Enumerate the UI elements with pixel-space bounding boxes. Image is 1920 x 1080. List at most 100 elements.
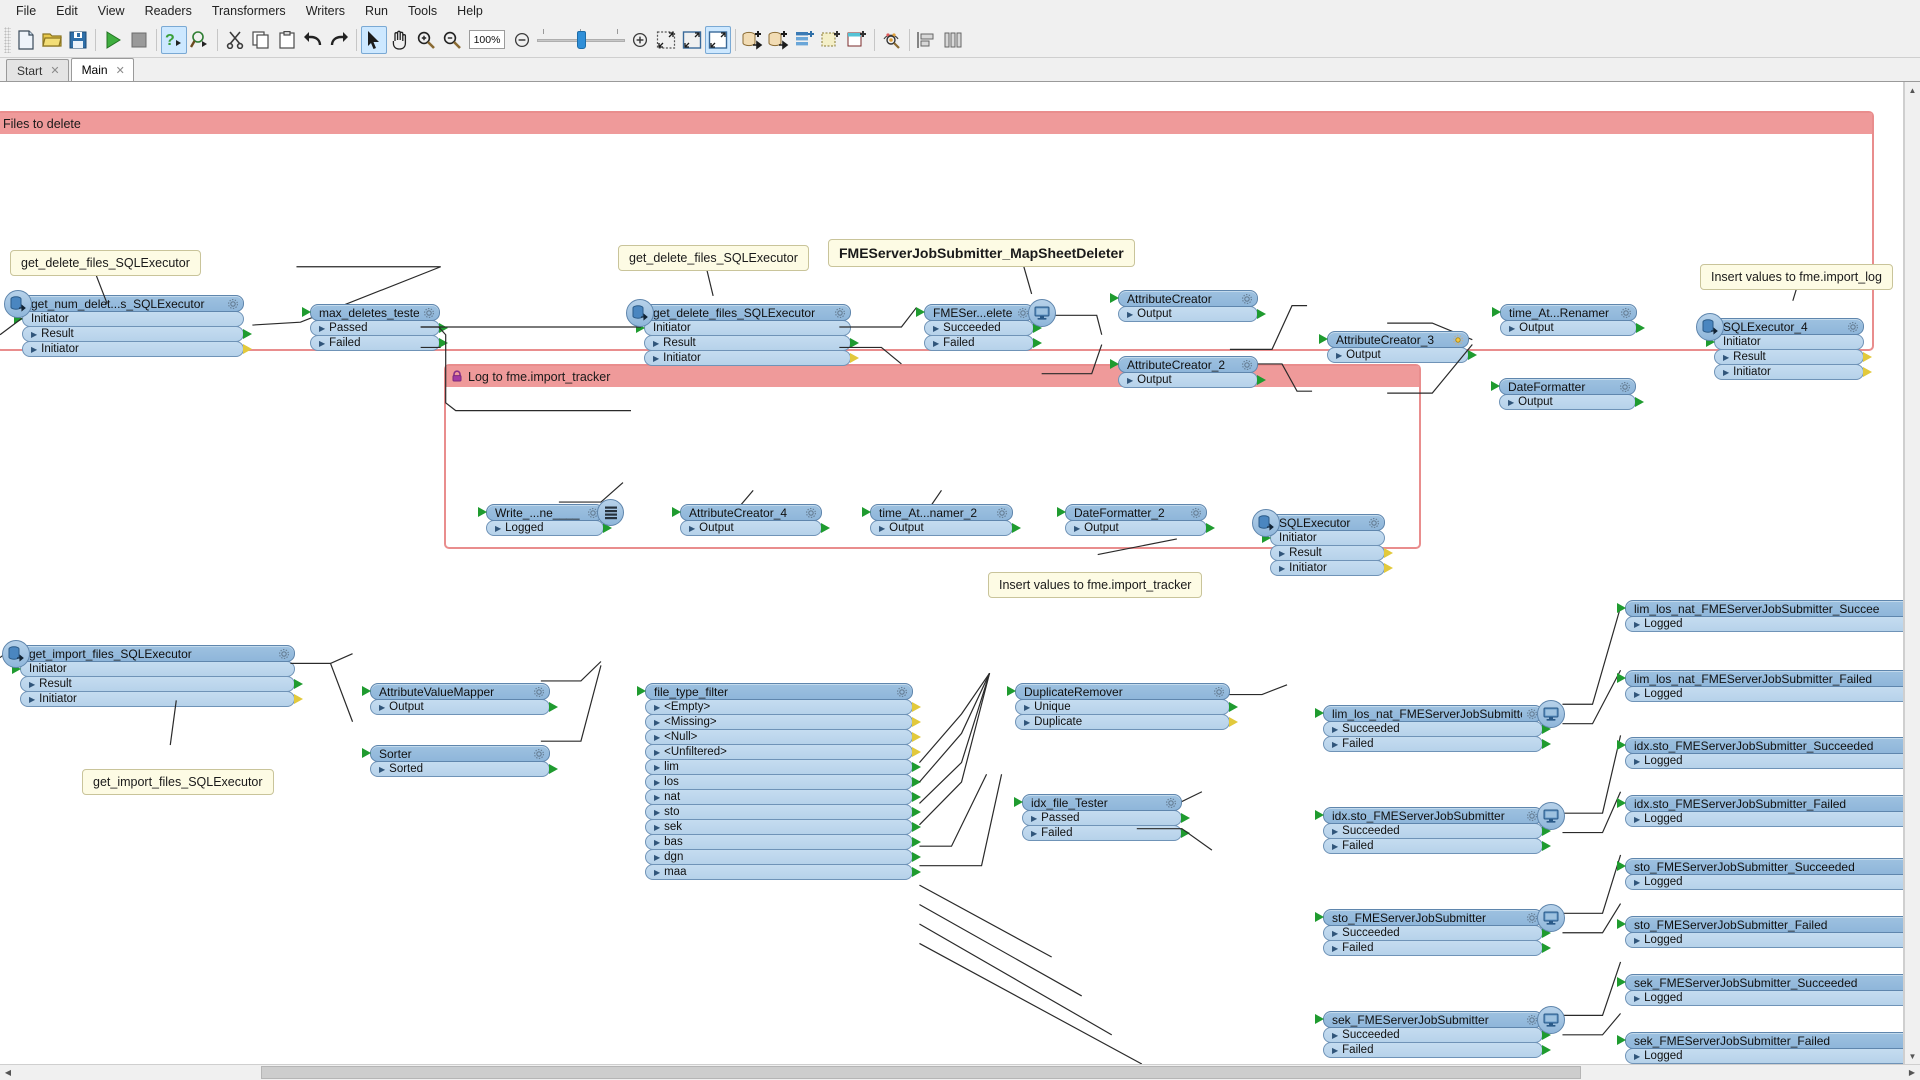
node-port-failed[interactable]: ▶ Failed xyxy=(1022,825,1190,841)
horizontal-scrollbar[interactable]: ◀ ▶ xyxy=(0,1064,1920,1080)
node-file-type-filter[interactable]: file_type_filter ▶ <Empty> ▶ <Missing> ▶ <N… xyxy=(637,683,921,880)
node-sto-succeeded-logger[interactable]: sto_FMEServerJobSubmitter_Succeeded ▶ Log… xyxy=(1617,858,1903,890)
scroll-trough[interactable] xyxy=(16,1065,1904,1080)
node-lim-los-nat-succeeded-logger[interactable]: lim_los_nat_FMEServerJobSubmitter_Succee… xyxy=(1617,600,1903,632)
node-port-sto[interactable]: ▶ sto xyxy=(645,804,921,820)
node-port-succeeded[interactable]: ▶ Succeeded xyxy=(1323,1027,1551,1043)
node-port-los[interactable]: ▶ los xyxy=(645,774,921,790)
node-port-logged[interactable]: ▶ Logged xyxy=(1625,874,1903,890)
distribute-icon[interactable] xyxy=(940,26,966,54)
gear-icon[interactable] xyxy=(533,686,545,698)
stop-icon[interactable] xyxy=(126,26,152,54)
node-header[interactable]: SQLExecutor_4 xyxy=(1714,318,1864,335)
node-header[interactable]: idx.sto_FMEServerJobSubmitter_Failed xyxy=(1617,795,1903,812)
node-port-failed[interactable]: ▶ Failed xyxy=(310,335,448,351)
node-header[interactable]: max_deletes_tester xyxy=(302,304,440,321)
scroll-right-icon[interactable]: ▶ xyxy=(1904,1065,1920,1080)
node-port-initiator-out[interactable]: ▶ Initiator xyxy=(1270,560,1393,576)
zoom-to-selection-icon[interactable] xyxy=(653,26,679,54)
node-port-failed[interactable]: ▶ Failed xyxy=(1323,736,1551,752)
toolbar-grip[interactable] xyxy=(4,26,11,53)
node-port-initiator-out[interactable]: ▶ Initiator xyxy=(1714,364,1872,380)
node-port-output[interactable]: ▶ Output xyxy=(1500,320,1645,336)
copy-icon[interactable] xyxy=(248,26,274,54)
node-port-succeeded[interactable]: ▶ Succeeded xyxy=(1323,721,1551,737)
node-duplicateremover[interactable]: DuplicateRemover ▶ Unique ▶ Duplicate xyxy=(1007,683,1238,730)
node-port-logged[interactable]: ▶ Logged xyxy=(1625,990,1903,1006)
node-port-output[interactable]: ▶ Output xyxy=(1499,394,1644,410)
gear-icon[interactable] xyxy=(896,686,908,698)
node-port-sek[interactable]: ▶ sek xyxy=(645,819,921,835)
node-header[interactable]: sto_FMEServerJobSubmitter_Succeeded xyxy=(1617,858,1903,875)
node-port-logged[interactable]: ▶ Logged xyxy=(1625,616,1903,632)
node-port-output[interactable]: ▶ Output xyxy=(870,520,1021,536)
align-left-icon[interactable] xyxy=(914,26,940,54)
node-port-result[interactable]: ▶ Result xyxy=(22,326,252,342)
node-port-output[interactable]: ▶ Output xyxy=(1327,347,1477,363)
node-port-logged[interactable]: ▶ Logged xyxy=(486,520,612,536)
node-port-lim[interactable]: ▶ lim xyxy=(645,759,921,775)
node-time-attribute-renamer[interactable]: time_At...Renamer ▶ Output xyxy=(1492,304,1645,336)
node-sek-failed-logger[interactable]: sek_FMEServerJobSubmitter_Failed ▶ Logged xyxy=(1617,1032,1903,1064)
node-port-logged[interactable]: ▶ Logged xyxy=(1625,1048,1903,1064)
node-port-result[interactable]: ▶ Result xyxy=(1714,349,1872,365)
annotation-insert-import-tracker[interactable]: Insert values to fme.import_tracker xyxy=(988,572,1203,598)
node-port-initiator[interactable]: Initiator xyxy=(1706,334,1864,350)
node-sto-fmeserverjobsubmitter[interactable]: sto_FMEServerJobSubmitter ▶ Succeeded ▶ Fa… xyxy=(1315,904,1565,956)
annotation-fmeserverjobsubmitter[interactable]: FMEServerJobSubmitter_MapSheetDeleter xyxy=(828,239,1135,267)
scroll-left-icon[interactable]: ◀ xyxy=(0,1065,16,1080)
node-sorter[interactable]: Sorter ▶ Sorted xyxy=(362,745,558,777)
node-sek-fmeserverjobsubmitter[interactable]: sek_FMEServerJobSubmitter ▶ Succeeded ▶ Fa… xyxy=(1315,1006,1565,1058)
node-get-import-files-sqlexecutor[interactable]: get_import_files_SQLExecutor Initiator ▶… xyxy=(2,640,303,707)
node-port-maa[interactable]: ▶ maa xyxy=(645,864,921,880)
annotation-get-import-files[interactable]: get_import_files_SQLExecutor xyxy=(82,769,274,795)
node-port-initiator[interactable]: Initiator xyxy=(636,320,851,336)
add-bookmark-icon[interactable] xyxy=(818,26,844,54)
node-port-logged[interactable]: ▶ Logged xyxy=(1625,811,1903,827)
gear-icon[interactable] xyxy=(1241,359,1253,371)
menu-item-view[interactable]: View xyxy=(88,2,135,20)
node-port-result[interactable]: ▶ Result xyxy=(644,335,859,351)
select-pointer-icon[interactable] xyxy=(361,25,387,54)
node-header[interactable]: lim_los_nat_FMEServerJobSubmitter_Succee xyxy=(1617,600,1903,617)
node-header[interactable]: Write_...ne____ xyxy=(478,504,604,521)
node-header[interactable]: sek_FMEServerJobSubmitter xyxy=(1315,1011,1543,1028)
node-port-output[interactable]: ▶ Output xyxy=(1118,372,1266,388)
node-port-result[interactable]: ▶ Result xyxy=(1270,545,1393,561)
node-dateformatter-2[interactable]: DateFormatter_2 ▶ Output xyxy=(1057,504,1215,536)
node-port-unique[interactable]: ▶ Unique xyxy=(1015,699,1238,715)
menu-item-run[interactable]: Run xyxy=(355,2,398,20)
fit-all-icon[interactable] xyxy=(705,25,731,54)
node-header[interactable]: sto_FMEServerJobSubmitter xyxy=(1315,909,1543,926)
node-header[interactable]: file_type_filter xyxy=(637,683,913,700)
gear-icon[interactable] xyxy=(1847,321,1859,333)
add-reader-icon[interactable] xyxy=(740,26,766,54)
quick-add-icon[interactable]: ? xyxy=(161,25,187,54)
node-write-log[interactable]: Write_...ne____ ▶ Logged xyxy=(478,499,624,536)
zoom-slider-handle[interactable] xyxy=(577,30,586,49)
node-header[interactable]: AttributeCreator_4 xyxy=(672,504,822,521)
node-header[interactable]: AttributeCreator_3 xyxy=(1319,331,1469,348)
node-header[interactable]: lim_los_nat_FMEServerJobSubmitter_Failed xyxy=(1617,670,1903,687)
node-attributecreator[interactable]: AttributeCreator ▶ Output xyxy=(1110,290,1266,322)
node-header[interactable]: FMESer...eleter xyxy=(916,304,1034,321)
menu-item-file[interactable]: File xyxy=(6,2,46,20)
node-header[interactable]: lim_los_nat_FMEServerJobSubmitter xyxy=(1315,705,1543,722)
node-port-initiator-out[interactable]: ▶ Initiator xyxy=(644,350,859,366)
new-file-icon[interactable] xyxy=(13,26,39,54)
node-sek-succeeded-logger[interactable]: sek_FMEServerJobSubmitter_Succeeded ▶ Log… xyxy=(1617,974,1903,1006)
gear-icon[interactable] xyxy=(996,507,1008,519)
node-header[interactable]: get_delete_files_SQLExecutor xyxy=(644,304,851,321)
node-idx-sto-failed-logger[interactable]: idx.sto_FMEServerJobSubmitter_Failed ▶ Lo… xyxy=(1617,795,1903,827)
node-port-passed[interactable]: ▶ Passed xyxy=(1022,810,1190,826)
node-get-num-deletes-sqlexecutor[interactable]: get_num_delet...s_SQLExecutor Initiator … xyxy=(4,290,252,357)
node-port-failed[interactable]: ▶ Failed xyxy=(1323,1042,1551,1058)
node-port-failed[interactable]: ▶ Failed xyxy=(924,335,1042,351)
scroll-thumb[interactable] xyxy=(261,1066,1581,1079)
fit-width-icon[interactable] xyxy=(679,26,705,54)
node-header[interactable]: idx_file_Tester xyxy=(1014,794,1182,811)
node-port-dgn[interactable]: ▶ dgn xyxy=(645,849,921,865)
node-header[interactable]: DuplicateRemover xyxy=(1007,683,1230,700)
gear-icon[interactable] xyxy=(1190,507,1202,519)
run-icon[interactable] xyxy=(100,26,126,54)
